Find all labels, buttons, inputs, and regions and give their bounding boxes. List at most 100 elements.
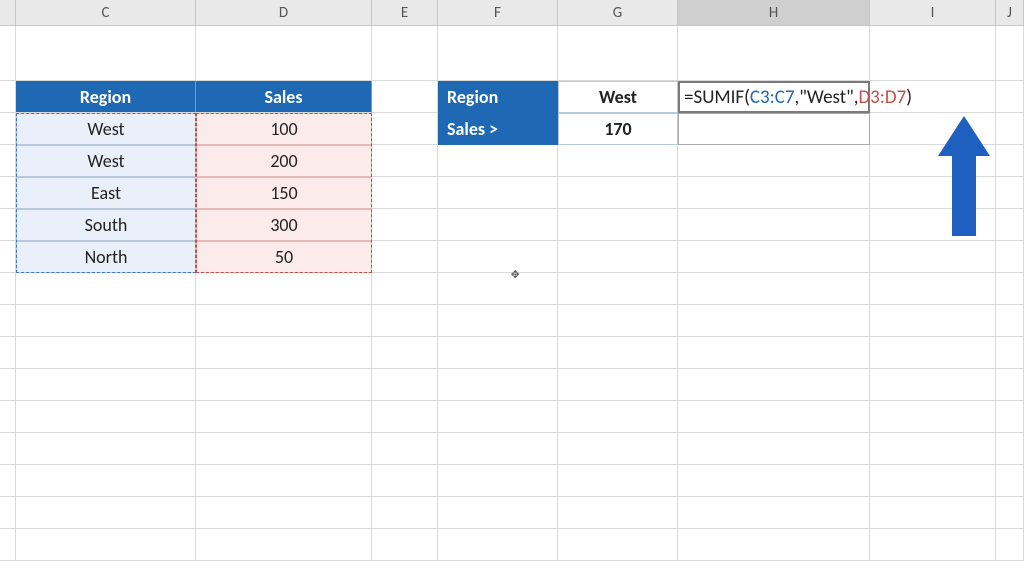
cell[interactable] — [438, 401, 558, 433]
cell[interactable] — [996, 26, 1024, 81]
cell[interactable] — [996, 241, 1024, 273]
cell[interactable] — [372, 433, 438, 465]
cell[interactable] — [678, 369, 870, 401]
cell[interactable] — [16, 529, 196, 561]
cell[interactable] — [558, 241, 678, 273]
column-header-I[interactable]: I — [870, 0, 996, 25]
cell[interactable] — [372, 177, 438, 209]
cell[interactable] — [558, 145, 678, 177]
cell[interactable] — [438, 273, 558, 305]
cell[interactable] — [678, 497, 870, 529]
cell[interactable] — [558, 305, 678, 337]
cell[interactable] — [996, 81, 1024, 113]
cell[interactable] — [996, 305, 1024, 337]
cell[interactable] — [372, 369, 438, 401]
table1-row-sales[interactable]: 300 — [196, 209, 372, 241]
table1-row-sales[interactable]: 200 — [196, 145, 372, 177]
cell[interactable] — [16, 273, 196, 305]
cell[interactable] — [16, 305, 196, 337]
cell[interactable] — [196, 26, 372, 81]
cell[interactable] — [372, 81, 438, 113]
cell[interactable] — [996, 465, 1024, 497]
cell[interactable] — [558, 497, 678, 529]
column-header-G[interactable]: G — [558, 0, 678, 25]
cell[interactable] — [0, 529, 16, 561]
cell[interactable] — [678, 177, 870, 209]
cell[interactable] — [372, 401, 438, 433]
cell[interactable] — [438, 241, 558, 273]
cell[interactable] — [870, 241, 996, 273]
cell[interactable] — [0, 273, 16, 305]
cell[interactable] — [558, 369, 678, 401]
formula-input-cell[interactable]: =SUMIF(C3:C7,"West",D3:D7) — [678, 81, 870, 113]
column-header-C[interactable]: C — [16, 0, 196, 25]
column-header-D[interactable]: D — [196, 0, 372, 25]
cell[interactable] — [870, 305, 996, 337]
cell[interactable] — [438, 209, 558, 241]
table1-row-region[interactable]: North — [16, 241, 196, 273]
cell[interactable] — [678, 26, 870, 81]
cell[interactable] — [996, 113, 1024, 145]
cell[interactable] — [196, 497, 372, 529]
cell[interactable] — [16, 497, 196, 529]
table1-row-region[interactable]: West — [16, 113, 196, 145]
cell[interactable] — [16, 465, 196, 497]
lookup-label-region[interactable]: Region — [438, 81, 558, 113]
cell[interactable] — [558, 337, 678, 369]
cell[interactable] — [0, 497, 16, 529]
column-header-E[interactable]: E — [372, 0, 438, 25]
table1-row-sales[interactable]: 150 — [196, 177, 372, 209]
cell[interactable] — [678, 209, 870, 241]
cell[interactable] — [16, 369, 196, 401]
lookup-value-region[interactable]: West — [558, 81, 678, 113]
cell[interactable] — [438, 145, 558, 177]
cell[interactable] — [372, 145, 438, 177]
cell[interactable] — [870, 369, 996, 401]
cell[interactable] — [870, 497, 996, 529]
column-header-J[interactable]: J — [996, 0, 1024, 25]
cell[interactable] — [196, 433, 372, 465]
cell[interactable] — [558, 401, 678, 433]
cell[interactable] — [372, 529, 438, 561]
cell[interactable] — [678, 401, 870, 433]
cell[interactable] — [438, 369, 558, 401]
cell[interactable] — [0, 113, 16, 145]
table1-row-sales[interactable]: 50 — [196, 241, 372, 273]
cell[interactable] — [996, 209, 1024, 241]
cell[interactable] — [678, 433, 870, 465]
cell[interactable] — [0, 465, 16, 497]
table1-header-sales[interactable]: Sales — [196, 81, 372, 113]
cell[interactable] — [196, 401, 372, 433]
cell[interactable] — [996, 177, 1024, 209]
cell[interactable] — [558, 177, 678, 209]
cell[interactable] — [870, 529, 996, 561]
cell[interactable] — [196, 305, 372, 337]
cell[interactable] — [372, 209, 438, 241]
cell[interactable] — [372, 26, 438, 81]
cell[interactable] — [996, 497, 1024, 529]
cell[interactable] — [372, 241, 438, 273]
cell[interactable] — [678, 529, 870, 561]
cell[interactable] — [372, 337, 438, 369]
cell[interactable] — [678, 305, 870, 337]
cell[interactable] — [870, 433, 996, 465]
table1-row-region[interactable]: West — [16, 145, 196, 177]
cell[interactable] — [0, 241, 16, 273]
cell[interactable] — [16, 26, 196, 81]
cell[interactable] — [372, 497, 438, 529]
cell[interactable] — [16, 337, 196, 369]
cell[interactable] — [0, 81, 16, 113]
cell[interactable] — [0, 305, 16, 337]
cell[interactable] — [196, 337, 372, 369]
cell[interactable] — [0, 209, 16, 241]
table1-header-region[interactable]: Region — [16, 81, 196, 113]
cell[interactable] — [438, 26, 558, 81]
cell[interactable] — [678, 113, 870, 145]
cell[interactable] — [558, 529, 678, 561]
cell[interactable] — [438, 497, 558, 529]
cell[interactable] — [558, 433, 678, 465]
cell[interactable] — [558, 465, 678, 497]
lookup-value-sales[interactable]: 170 — [558, 113, 678, 145]
cell[interactable] — [438, 433, 558, 465]
cell[interactable] — [372, 305, 438, 337]
